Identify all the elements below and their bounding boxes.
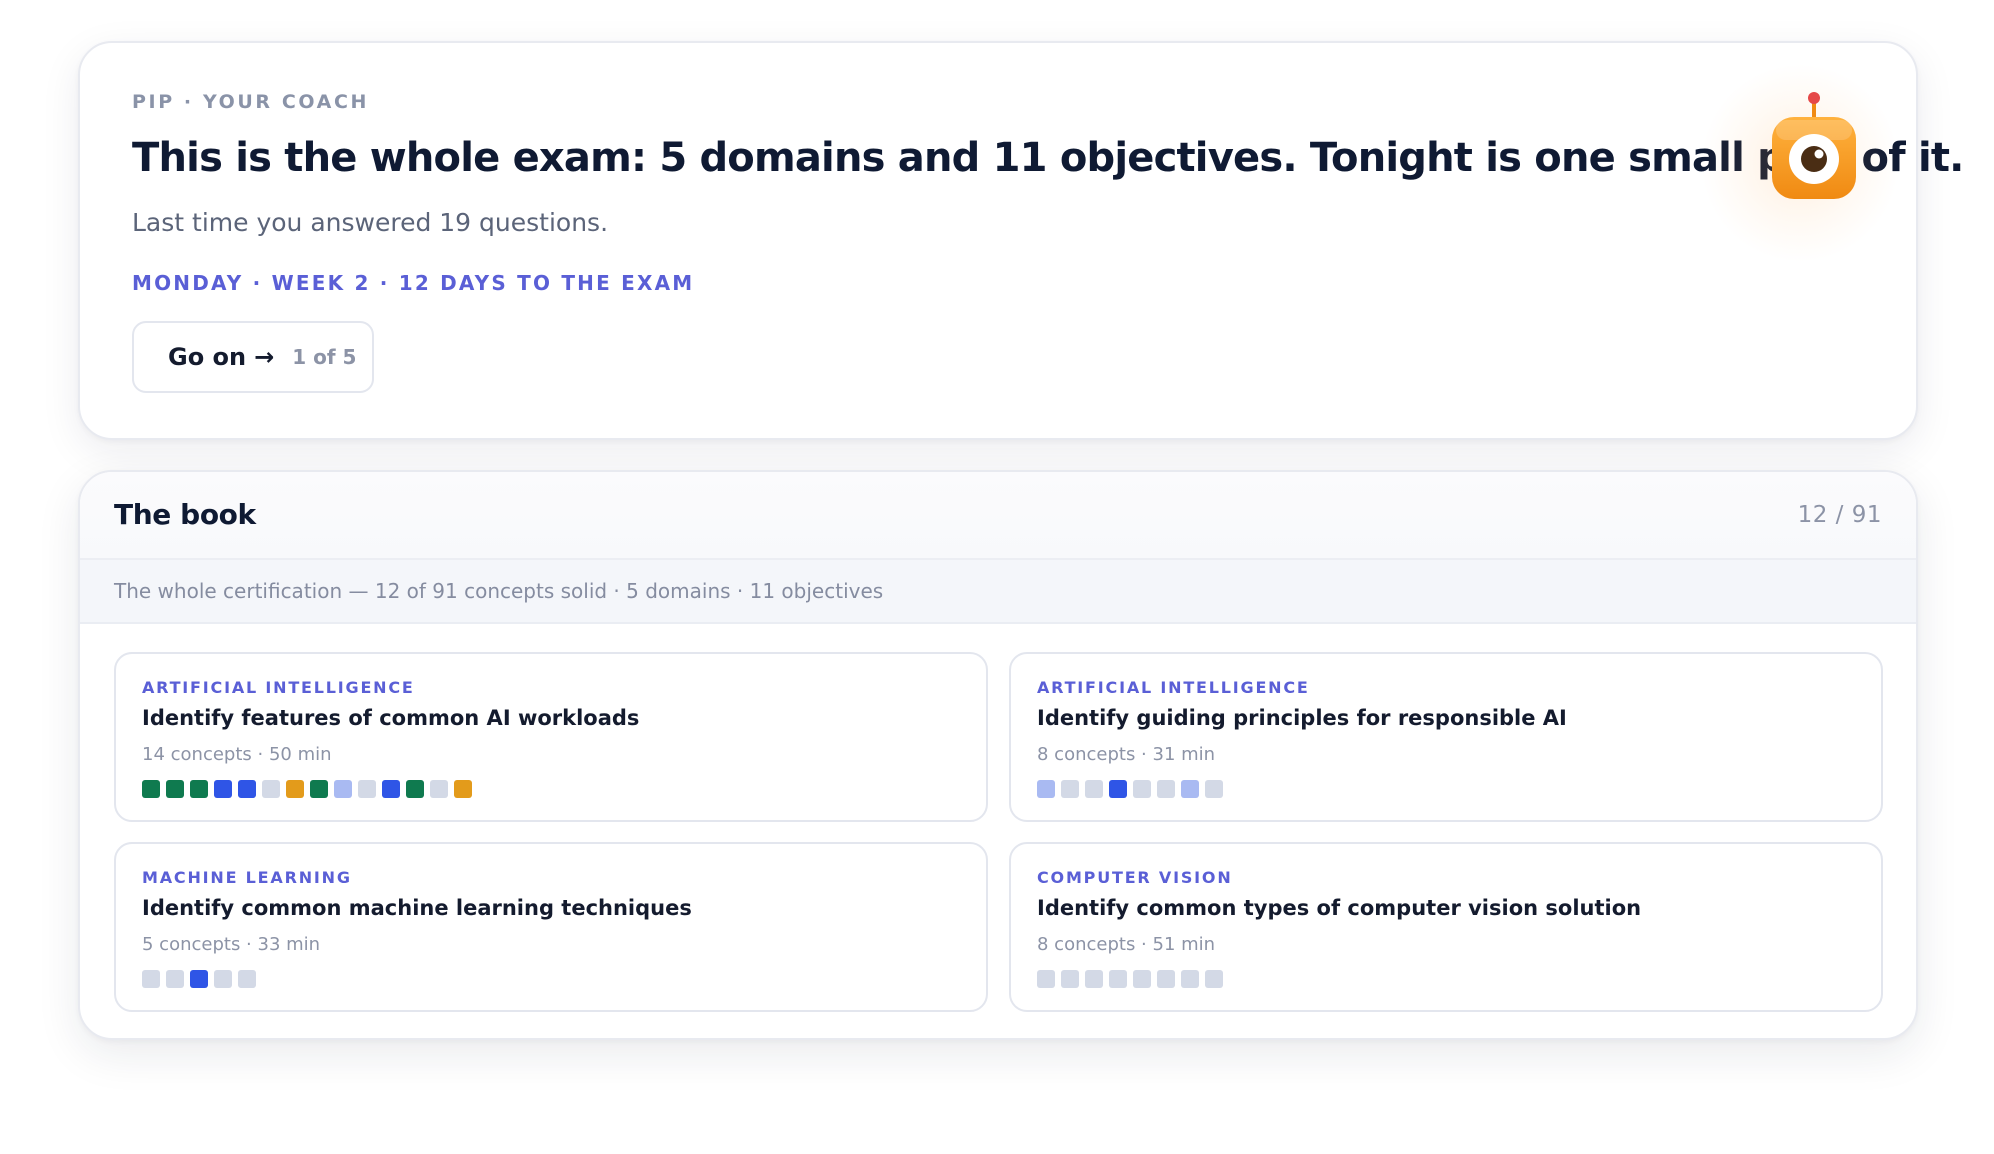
headline-part-2: and [884,135,993,181]
objective-domain: MACHINE LEARNING [142,868,352,887]
objective-card[interactable]: ARTIFICIAL INTELLIGENCE Identify feature… [114,652,988,822]
robot-eye-icon [1772,92,1856,199]
objective-title: Identify features of common AI workloads [142,706,640,730]
objective-meta: 8 concepts · 51 min [1037,934,1216,955]
concept-dot-learning [238,780,256,798]
coach-dateline: MONDAY · WEEK 2 · 12 DAYS TO THE EXAM [132,271,695,295]
concept-dot-new [1061,780,1079,798]
objective-title: Identify common types of computer vision… [1037,896,1642,920]
concept-dot-solid [310,780,328,798]
coach-card: PIP · YOUR COACH This is the whole exam:… [78,41,1964,440]
concept-dot-new [430,780,448,798]
coach-eyebrow: PIP · YOUR COACH [132,91,370,113]
concept-dot-new [1205,780,1223,798]
concept-dot-new [1133,970,1151,988]
concept-dot-new [1157,780,1175,798]
concept-dot-learning [214,780,232,798]
concept-dot-new [1181,970,1199,988]
concept-dot-started [1181,780,1199,798]
concept-dot-new [358,780,376,798]
concept-dot-new [238,970,256,988]
coach-headline: This is the whole exam: 5 domains and 11… [132,135,1964,181]
concept-dot-new [214,970,232,988]
go-on-step-count: 1 of 5 [292,345,357,369]
concept-dot-started [334,780,352,798]
concept-progress-dots [142,970,256,988]
book-summary: The whole certification — 12 of 91 conce… [80,560,1916,624]
concept-dot-learning [1109,780,1127,798]
objective-domain: COMPUTER VISION [1037,868,1233,887]
objective-title: Identify guiding principles for responsi… [1037,706,1567,730]
concept-dot-shaky [286,780,304,798]
concept-progress-dots [1037,780,1223,798]
book-card: The book 12 / 91 The whole certification… [78,470,1918,1040]
objective-meta: 14 concepts · 50 min [142,744,332,765]
objective-title: Identify common machine learning techniq… [142,896,692,920]
page: PIP · YOUR COACH This is the whole exam:… [0,0,1994,1154]
concept-dot-solid [190,780,208,798]
book-header: The book 12 / 91 [80,472,1916,560]
objective-card[interactable]: COMPUTER VISION Identify common types of… [1009,842,1883,1012]
concept-dot-solid [166,780,184,798]
concept-dot-new [262,780,280,798]
concept-dot-solid [142,780,160,798]
concept-dot-new [1109,970,1127,988]
objective-meta: 5 concepts · 33 min [142,934,321,955]
headline-objectives: 11 objectives [992,135,1284,181]
go-on-button[interactable]: Go on → 1 of 5 [132,321,374,393]
concept-dot-new [1037,970,1055,988]
concept-dot-new [142,970,160,988]
objective-meta: 8 concepts · 31 min [1037,744,1216,765]
concept-progress-dots [142,780,472,798]
arrow-right-icon: → [254,343,275,371]
headline-part-1: This is the whole exam: [132,135,660,181]
concept-dot-new [1085,970,1103,988]
concept-dot-learning [190,970,208,988]
concept-dot-new [1133,780,1151,798]
book-title: The book [114,498,256,531]
concept-dot-learning [382,780,400,798]
concept-dot-new [1205,970,1223,988]
headline-domains: 5 domains [659,135,885,181]
concept-dot-new [1061,970,1079,988]
concept-dot-new [166,970,184,988]
concept-dot-new [1085,780,1103,798]
objective-card[interactable]: MACHINE LEARNING Identify common machine… [114,842,988,1012]
objective-domain: ARTIFICIAL INTELLIGENCE [142,678,415,697]
concept-dot-new [1157,970,1175,988]
objective-card[interactable]: ARTIFICIAL INTELLIGENCE Identify guiding… [1009,652,1883,822]
book-progress-count: 12 / 91 [1797,502,1882,528]
objective-domain: ARTIFICIAL INTELLIGENCE [1037,678,1310,697]
concept-progress-dots [1037,970,1223,988]
go-on-label: Go on [168,343,247,371]
concept-dot-started [1037,780,1055,798]
coach-subline: Last time you answered 19 questions. [132,208,609,237]
concept-dot-solid [406,780,424,798]
concept-dot-shaky [454,780,472,798]
